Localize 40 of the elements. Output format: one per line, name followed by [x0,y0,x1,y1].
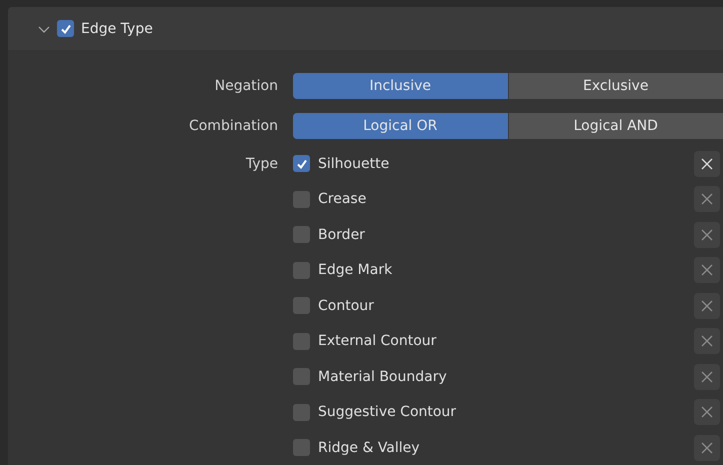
checkbox[interactable] [293,439,310,456]
close-icon [700,405,714,420]
panel-title: Edge Type [81,20,153,36]
close-icon [700,192,714,206]
checkbox[interactable] [293,262,310,279]
checkmark-icon [60,22,72,34]
close-icon [700,263,714,278]
toggle-button[interactable]: Logical OR [293,113,508,139]
checkbox[interactable] [293,190,310,208]
checkbox-label[interactable]: Contour [318,298,374,314]
checkmark-icon [296,158,308,170]
checkbox[interactable] [57,20,74,37]
close-icon [700,156,714,171]
toggle-button[interactable]: Exclusive [508,73,723,99]
checkbox-label[interactable]: Suggestive Contour [318,404,456,420]
checkbox[interactable] [293,297,310,314]
checkbox-label[interactable]: Ridge & Valley [318,440,420,456]
field-label: Combination [188,118,279,134]
checkbox[interactable] [293,368,310,386]
checkbox-label[interactable]: External Contour [318,333,436,350]
close-icon [700,334,714,348]
checkbox-label[interactable]: Edge Mark [318,262,392,278]
field-label: Type [244,156,279,172]
close-icon [700,370,714,384]
checkbox[interactable] [293,155,310,172]
panel-header[interactable]: Edge Type [8,7,723,50]
checkbox-label[interactable]: Silhouette [318,156,390,172]
field-label: Negation [214,78,279,94]
checkbox[interactable] [293,332,310,350]
exclude-button[interactable] [694,150,720,177]
checkbox[interactable] [293,226,310,244]
checkbox-label[interactable]: Crease [318,191,366,208]
toggle-button[interactable]: Inclusive [293,73,508,99]
toggle-button[interactable]: Logical AND [508,113,723,139]
checkbox-label[interactable]: Border [318,226,365,243]
checkbox[interactable] [293,404,310,421]
close-icon [700,440,714,455]
checkbox-label[interactable]: Material Boundary [318,368,447,385]
close-icon [700,298,714,313]
close-icon [700,228,714,242]
